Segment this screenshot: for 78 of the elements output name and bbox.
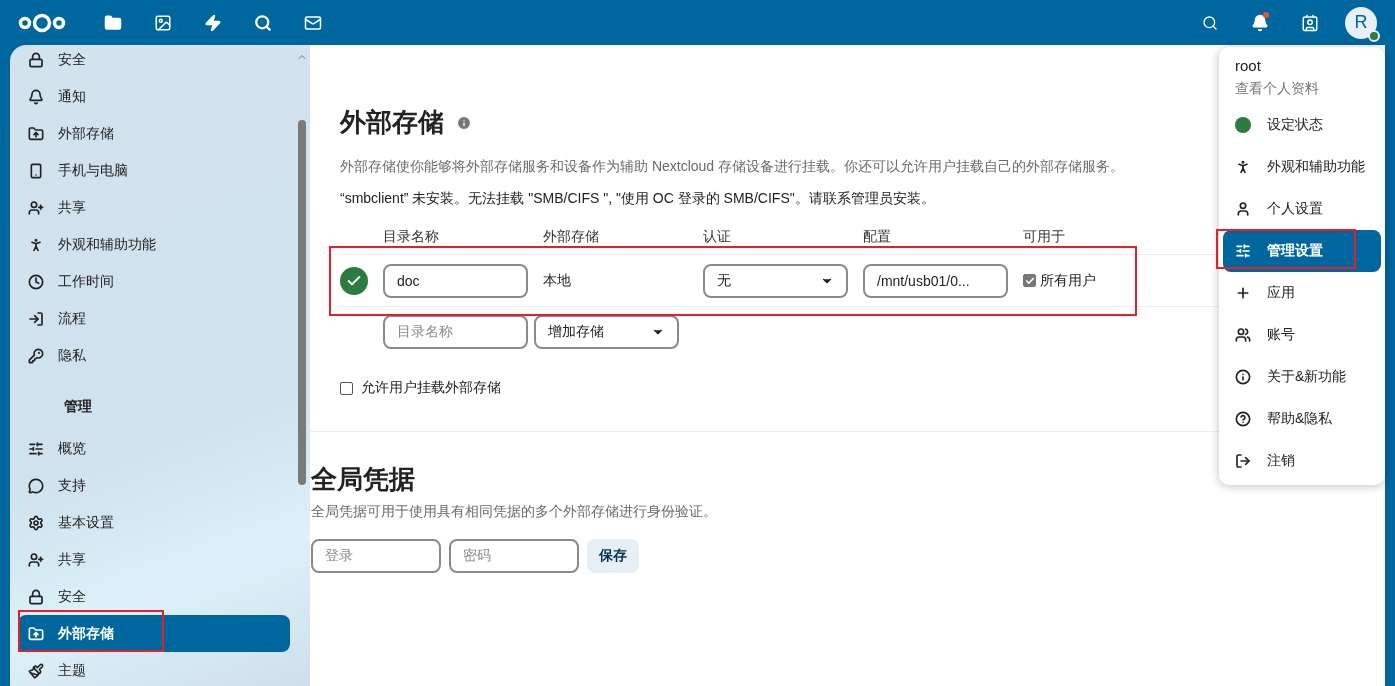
clock-icon [28, 273, 44, 290]
folder-name-field[interactable]: doc [383, 263, 528, 298]
exit-icon [28, 310, 44, 327]
add-user-icon [28, 551, 44, 568]
avatar[interactable]: R [1345, 6, 1377, 39]
sliders-icon [28, 440, 44, 457]
paint-roller-icon [28, 662, 44, 679]
bell-icon [28, 88, 44, 105]
storage-select[interactable]: 增加存储 [534, 315, 679, 349]
sidebar-item[interactable]: 安全 [18, 578, 290, 615]
description: 全局凭据可用于使用具有相同凭据的多个外部存储进行身份验证。 [311, 503, 718, 521]
info-icon [1235, 369, 1251, 385]
plus-icon [1235, 285, 1251, 301]
user-icon [1235, 201, 1251, 217]
save-button[interactable]: 保存 [587, 539, 639, 573]
column-header: 外部存储 [543, 228, 600, 246]
section-title: 全局凭据 [311, 463, 415, 496]
help-icon [1235, 411, 1251, 427]
sidebar-item[interactable]: 概览 [18, 430, 290, 467]
checkbox-label: 所有用户 [1040, 271, 1096, 290]
info-icon[interactable] [456, 114, 472, 131]
sidebar-item[interactable]: 主题 [18, 652, 290, 686]
profile-link[interactable]: 查看个人资料 [1223, 74, 1381, 98]
login-field[interactable]: 登录 [311, 539, 441, 573]
folder-icon [28, 625, 44, 642]
folder-icon [28, 125, 44, 142]
sidebar-item[interactable]: 流程 [18, 300, 290, 337]
add-user-icon [28, 199, 44, 216]
lock-icon [28, 51, 44, 68]
sidebar-item[interactable]: 隐私 [18, 337, 290, 374]
menu-item[interactable]: 设定状态 [1223, 104, 1381, 146]
column-header: 认证 [703, 228, 732, 246]
password-field[interactable]: 密码 [449, 539, 579, 573]
chat-icon [28, 477, 44, 494]
menu-item[interactable]: 帮助&隐私 [1223, 398, 1381, 440]
menu-item[interactable]: 应用 [1223, 272, 1381, 314]
checkbox[interactable] [1023, 274, 1036, 287]
sidebar-item[interactable]: 外观和辅助功能 [18, 226, 290, 263]
menu-item[interactable]: 账号 [1223, 314, 1381, 356]
sidebar-item[interactable]: 支持 [18, 467, 290, 504]
menu-item[interactable]: 关于&新功能 [1223, 356, 1381, 398]
sidebar-item[interactable]: 安全 [18, 45, 290, 78]
menu-item[interactable]: 外观和辅助功能 [1223, 146, 1381, 188]
gear-icon [28, 514, 44, 531]
sidebar-item[interactable]: 外部存储 [18, 615, 290, 652]
sidebar-item[interactable]: 工作时间 [18, 263, 290, 300]
username: root [1234, 57, 1262, 74]
person-icon [28, 236, 44, 253]
users-icon [1235, 327, 1251, 343]
logout-icon [1235, 453, 1251, 469]
column-header: 可用于 [1023, 228, 1066, 246]
sidebar-item[interactable]: 通知 [18, 78, 290, 115]
sidebar-item[interactable]: 外部存储 [18, 115, 290, 152]
person-icon [1235, 159, 1251, 175]
column-header: 配置 [863, 228, 892, 246]
section-heading: 管理 [63, 397, 93, 416]
checkbox-label: 允许用户挂载外部存储 [361, 379, 501, 397]
lock-icon [28, 588, 44, 605]
menu-item[interactable]: 注销 [1223, 440, 1381, 482]
checkbox[interactable] [340, 381, 353, 395]
config-field[interactable]: /mnt/usb01/0... [863, 263, 1008, 298]
scrollbar-thumb[interactable] [298, 120, 306, 485]
page-title: 外部存储 [340, 106, 444, 139]
auth-select[interactable]: 无 [703, 263, 848, 298]
phone-icon [28, 162, 44, 179]
status-dot-icon [1235, 117, 1251, 133]
column-header: 目录名称 [383, 228, 440, 246]
table-cell-text: 本地 [543, 271, 572, 290]
sliders-icon [1235, 243, 1251, 259]
sidebar-item[interactable]: 共享 [18, 541, 290, 578]
sidebar-item[interactable]: 基本设置 [18, 504, 290, 541]
folder-name-field[interactable]: 目录名称 [383, 315, 528, 349]
sidebar-item[interactable]: 手机与电脑 [18, 152, 290, 189]
description: 外部存储使你能够将外部存储服务和设备作为辅助 Nextcloud 存储设备进行挂载。你还可以允许用户挂载自己的外部存储服务。 [340, 158, 1125, 176]
menu-item[interactable]: 个人设置 [1223, 188, 1381, 230]
menu-item[interactable]: 管理设置 [1223, 230, 1381, 272]
sidebar-item[interactable]: 共享 [18, 189, 290, 226]
key-icon [28, 347, 44, 364]
